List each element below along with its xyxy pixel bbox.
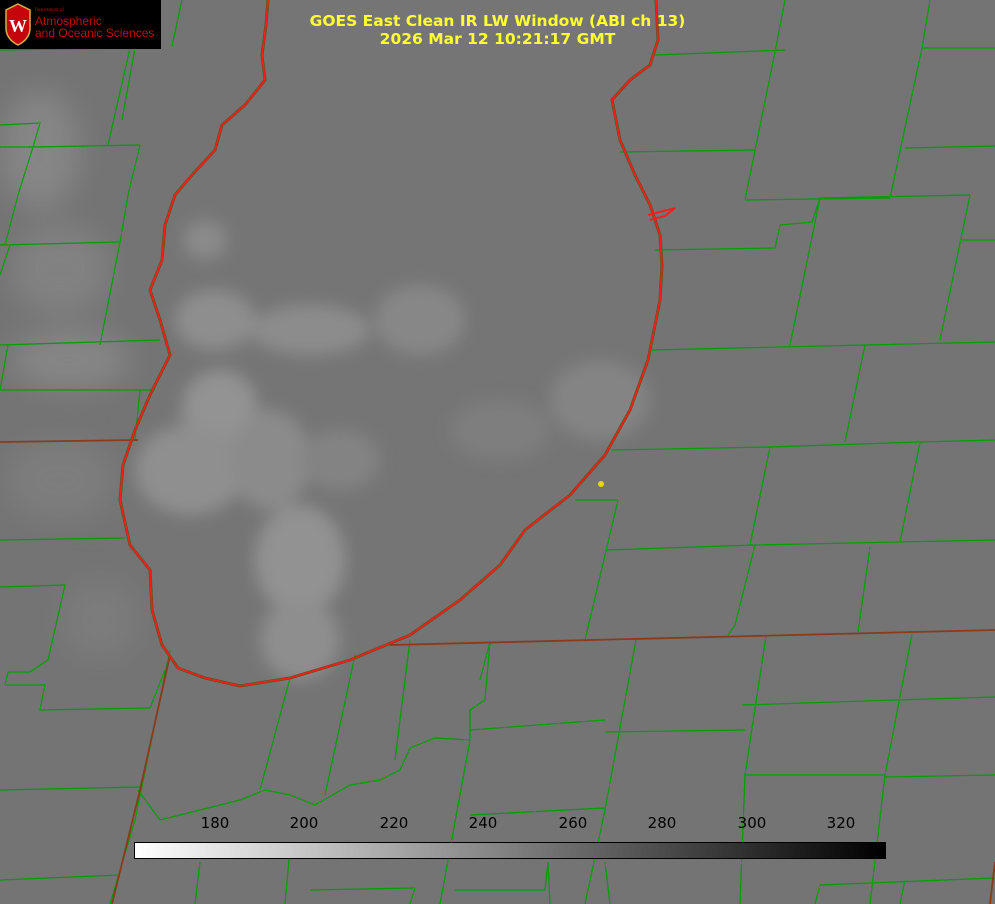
logo-line-2: and Oceanic Sciences — [35, 26, 155, 40]
colorbar-tick-labels: 180 200 220 240 260 280 300 320 — [0, 814, 995, 834]
colorbar-tick: 180 — [200, 814, 230, 832]
temperature-colorbar — [134, 842, 886, 859]
crest-letter: W — [9, 16, 27, 36]
colorbar-tick: 200 — [289, 814, 319, 832]
colorbar-tick: 300 — [737, 814, 767, 832]
image-timestamp: 2026 Mar 12 10:21:17 GMT — [379, 30, 616, 48]
uw-aos-logo: W Department of Atmospheric and Oceanic … — [0, 0, 161, 49]
colorbar-tick: 240 — [468, 814, 498, 832]
satellite-map — [0, 0, 995, 904]
logo-department-text: Department of — [35, 8, 65, 13]
image-title: GOES East Clean IR LW Window (ABI ch 13) — [309, 12, 686, 30]
colorbar-tick: 220 — [379, 814, 409, 832]
colorbar-tick: 280 — [647, 814, 677, 832]
colorbar-tick: 320 — [826, 814, 856, 832]
colorbar-tick: 260 — [558, 814, 588, 832]
uw-crest-icon: W — [5, 3, 31, 46]
location-marker — [598, 481, 604, 487]
